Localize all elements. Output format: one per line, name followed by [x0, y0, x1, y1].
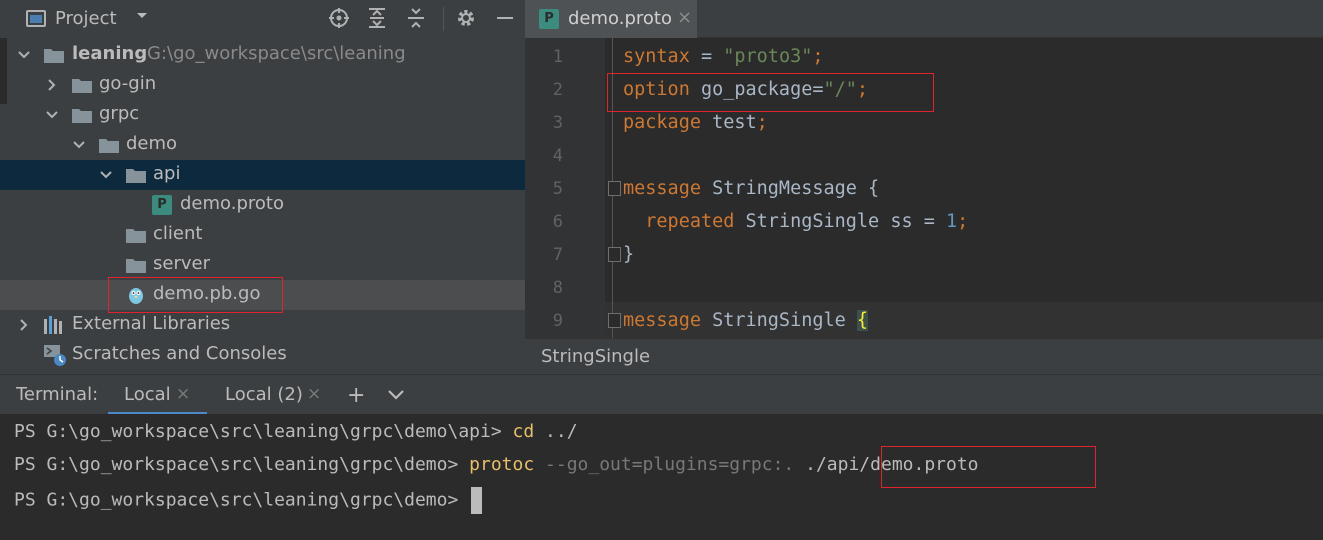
proto-file-icon: P — [539, 9, 559, 29]
tree-item-label: client — [153, 223, 203, 244]
folder-icon — [72, 78, 92, 93]
terminal-line-2: PS G:\go_workspace\src\leaning\grpc\demo… — [14, 454, 979, 475]
chevron-right-icon[interactable] — [16, 317, 32, 333]
terminal-tab-local-2[interactable]: Local (2) × — [207, 375, 337, 415]
close-icon[interactable]: × — [677, 7, 692, 28]
line-number: 7 — [552, 245, 563, 265]
text-cursor — [471, 487, 483, 514]
line-number: 6 — [552, 212, 563, 232]
tree-item-label: Scratches and Consoles — [72, 343, 287, 364]
tree-item-server[interactable]: server — [0, 250, 525, 280]
chevron-down-icon[interactable] — [135, 8, 149, 26]
code-line-6: repeated StringSingle ss = 1; — [645, 211, 969, 232]
chevron-down-icon[interactable] — [386, 385, 406, 411]
tree-item-label: demo.proto — [180, 193, 284, 214]
line-number: 9 — [552, 311, 563, 331]
tree-item-label: demo — [126, 133, 178, 154]
breadcrumb-bar: StringSingle — [525, 338, 1323, 374]
folder-icon — [99, 138, 119, 153]
tab-demo-proto[interactable]: P demo.proto × — [525, 0, 697, 38]
gear-icon[interactable] — [454, 6, 478, 30]
annotation-highlight-box — [607, 73, 934, 112]
tree-item-label: leaning — [72, 43, 148, 64]
close-icon[interactable]: × — [176, 384, 190, 404]
tree-item-demo-proto[interactable]: P demo.proto — [0, 190, 525, 220]
terminal-line-1: PS G:\go_workspace\src\leaning\grpc\demo… — [14, 421, 578, 442]
tree-item-label: grpc — [99, 103, 140, 124]
locate-icon[interactable] — [327, 6, 351, 30]
expand-all-icon[interactable] — [365, 6, 389, 30]
line-number: 5 — [552, 179, 563, 199]
code-line-7: } — [623, 244, 635, 265]
project-title[interactable]: Project — [55, 8, 117, 29]
chevron-down-icon[interactable] — [98, 167, 114, 183]
fold-marker-icon[interactable] — [608, 181, 621, 196]
chevron-down-icon[interactable] — [71, 137, 87, 153]
chevron-right-icon[interactable] — [44, 77, 60, 93]
tree-item-grpc[interactable]: grpc — [0, 100, 525, 130]
folder-icon — [126, 258, 146, 273]
terminal-tab-label: Local (2) — [225, 384, 303, 405]
code-line-5: message StringMessage { — [623, 178, 880, 199]
tree-item-external-libraries[interactable]: External Libraries — [0, 310, 525, 340]
terminal-output[interactable]: PS G:\go_workspace\src\leaning\grpc\demo… — [0, 414, 1323, 540]
tree-item-label: server — [153, 253, 210, 274]
folder-icon — [44, 48, 64, 63]
tree-item-label: External Libraries — [72, 313, 231, 334]
line-number: 4 — [552, 146, 563, 166]
tree-item-label: go-gin — [99, 73, 157, 94]
terminal-tab-local[interactable]: Local × — [108, 375, 207, 415]
tree-item-demo[interactable]: demo — [0, 130, 525, 160]
tree-item-api[interactable]: api — [0, 160, 525, 190]
code-line-9: message StringSingle { — [623, 310, 869, 331]
toolbar-divider — [443, 7, 444, 31]
library-icon — [44, 316, 66, 338]
fold-marker-icon[interactable] — [608, 247, 621, 262]
breadcrumb[interactable]: StringSingle — [541, 346, 650, 367]
line-number: 8 — [552, 278, 563, 298]
proto-file-icon: P — [152, 195, 172, 215]
tab-label: demo.proto — [568, 8, 672, 29]
line-number: 1 — [552, 47, 563, 67]
folder-icon — [126, 168, 146, 183]
line-number: 3 — [552, 113, 563, 133]
terminal-line-3: PS G:\go_workspace\src\leaning\grpc\demo… — [14, 487, 483, 514]
tree-item-scratches[interactable]: Scratches and Consoles — [0, 340, 525, 370]
tree-item-client[interactable]: client — [0, 220, 525, 250]
code-line-1: syntax = "proto3"; — [623, 46, 824, 67]
minimize-icon[interactable] — [493, 6, 517, 30]
close-icon[interactable]: × — [307, 384, 321, 404]
annotation-highlight-box — [108, 277, 283, 313]
scratches-icon — [44, 345, 68, 371]
tree-item-go-gin[interactable]: go-gin — [0, 70, 525, 100]
code-editor[interactable]: 1 2 3 4 5 6 7 8 9 syntax = "proto3"; opt… — [525, 38, 1323, 338]
annotation-highlight-box — [881, 446, 1096, 488]
folder-icon — [126, 228, 146, 243]
terminal-title: Terminal: — [16, 384, 99, 405]
tree-item-path: G:\go_workspace\src\leaning — [147, 43, 406, 64]
terminal-header: Terminal: Local × Local (2) × + — [0, 374, 1323, 415]
fold-marker-icon[interactable] — [608, 313, 621, 328]
project-toolbar: Project — [0, 0, 525, 38]
editor-tab-bar: P demo.proto × — [525, 0, 1323, 38]
collapse-all-icon[interactable] — [404, 6, 428, 30]
add-icon[interactable]: + — [347, 383, 365, 408]
folder-icon — [72, 108, 92, 123]
tree-item-label: api — [153, 163, 181, 184]
project-window-icon — [26, 10, 46, 27]
line-number: 2 — [552, 80, 563, 100]
chevron-down-icon[interactable] — [16, 47, 32, 63]
project-panel: Project leaning G:\go_workspace\src\lean… — [0, 0, 525, 374]
tree-item-leaning[interactable]: leaning G:\go_workspace\src\leaning — [0, 40, 525, 70]
terminal-tab-label: Local — [124, 384, 171, 405]
chevron-down-icon[interactable] — [44, 107, 60, 123]
code-line-3: package test; — [623, 112, 768, 133]
